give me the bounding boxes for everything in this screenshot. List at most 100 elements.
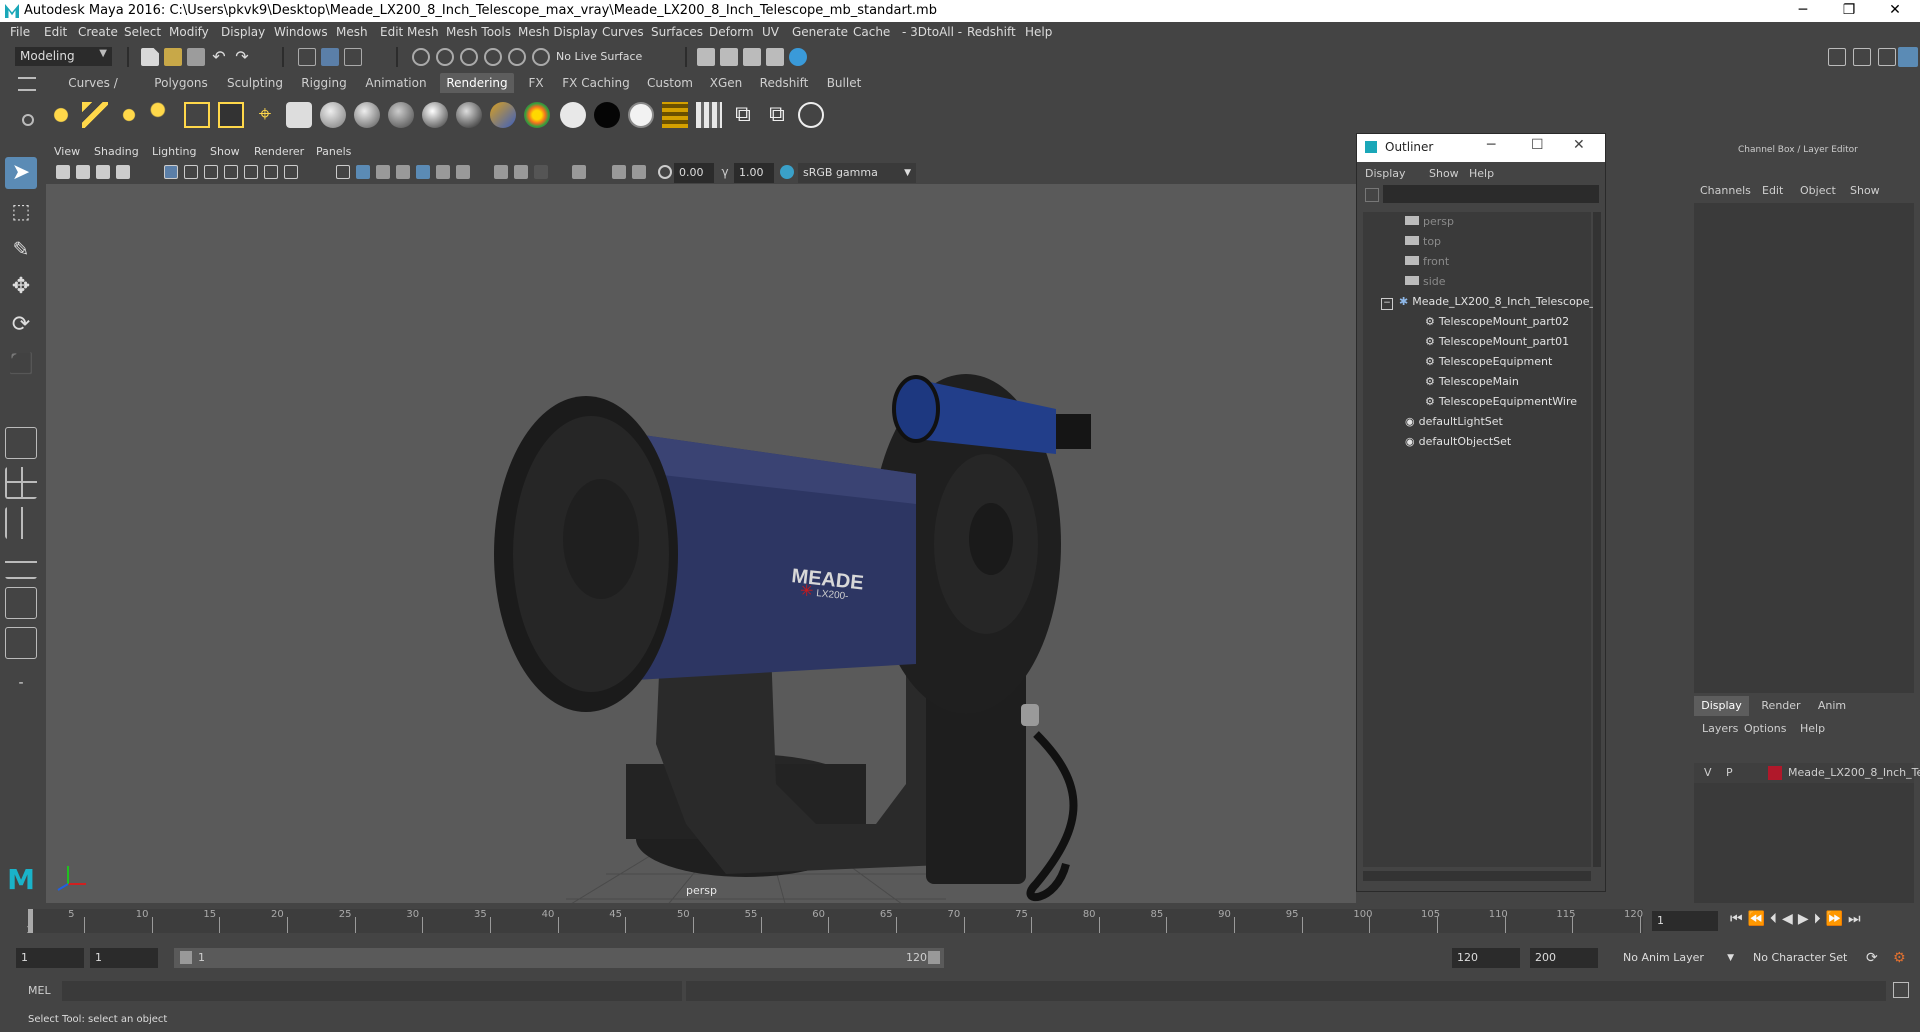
current-frame-field[interactable]: 1 — [1652, 911, 1718, 931]
collapse-icon[interactable]: − — [1381, 298, 1393, 310]
close-button[interactable]: ✕ — [1872, 0, 1918, 22]
lambert-material-icon[interactable] — [320, 102, 346, 128]
film-gate-icon[interactable] — [184, 165, 198, 179]
step-back-icon[interactable]: ⏪ — [1748, 911, 1770, 927]
outliner-item-equipment-wire[interactable]: ⚙ TelescopeEquipmentWire — [1425, 392, 1577, 412]
snap-live-icon[interactable] — [508, 48, 526, 66]
live-surface-field[interactable]: No Live Surface — [552, 48, 661, 66]
render-view-icon[interactable] — [789, 48, 807, 66]
tool-settings-icon[interactable] — [1878, 48, 1896, 66]
ramp-shader-icon[interactable] — [490, 102, 516, 128]
outliner-item-default-light-set[interactable]: ◉ defaultLightSet — [1405, 412, 1503, 432]
render-layer-icon[interactable]: ⧉ — [730, 102, 756, 128]
directional-light-icon[interactable] — [82, 102, 108, 128]
menu-cache[interactable]: Cache — [853, 25, 890, 39]
camera-attributes-icon[interactable] — [76, 165, 90, 179]
menu-mesh[interactable]: Mesh — [336, 25, 368, 39]
outliner-item-default-object-set[interactable]: ◉ defaultObjectSet — [1405, 432, 1511, 452]
area-light-icon[interactable] — [184, 102, 210, 128]
command-input[interactable] — [62, 981, 682, 1001]
menu-file[interactable]: File — [10, 25, 30, 39]
auto-key-icon[interactable]: ⟳ — [1866, 950, 1878, 966]
color-management-icon[interactable] — [780, 165, 794, 179]
outliner-item-mount-part01[interactable]: ⚙ TelescopeMount_part01 — [1425, 332, 1569, 352]
channel-menu-channels[interactable]: Channels — [1700, 184, 1751, 197]
script-editor-icon[interactable] — [1893, 982, 1909, 998]
render-current-frame-icon[interactable] — [697, 48, 715, 66]
select-tool-icon[interactable]: ➤ — [5, 157, 37, 189]
shadows-icon[interactable] — [416, 165, 430, 179]
snap-view-plane-icon[interactable] — [484, 48, 502, 66]
filter-icon[interactable] — [1365, 188, 1379, 202]
xray-joints-icon[interactable] — [612, 165, 626, 179]
perspective-viewport[interactable]: MEADE LX200- ✳ persp — [46, 184, 1356, 907]
anti-aliasing-icon[interactable] — [494, 165, 508, 179]
gamma-field[interactable]: 1.00 — [734, 163, 774, 183]
shelf-tab-animation[interactable]: Animation — [360, 73, 432, 93]
menu-modify[interactable]: Modify — [169, 25, 209, 39]
safe-title-icon[interactable] — [284, 165, 298, 179]
shelf-tab-curves-surfaces[interactable]: Curves / Surfaces — [48, 73, 138, 110]
rotate-tool-icon[interactable]: ⟳ — [5, 309, 37, 341]
layer-menu-layers[interactable]: Layers — [1702, 722, 1738, 735]
viewport-menu-renderer[interactable]: Renderer — [254, 145, 304, 158]
gamma-icon[interactable]: γ — [718, 165, 732, 179]
shelf-tab-fx-caching[interactable]: FX Caching — [558, 73, 634, 93]
layer-tab-display[interactable]: Display — [1694, 696, 1749, 716]
shelf-tab-fx[interactable]: FX — [522, 73, 550, 93]
playback-end-field[interactable]: 120 — [1452, 948, 1520, 968]
snap-point-icon[interactable] — [460, 48, 478, 66]
camera-icon[interactable] — [286, 102, 312, 128]
layer-menu-help[interactable]: Help — [1800, 722, 1825, 735]
shelf-tab-rendering[interactable]: Rendering — [440, 73, 514, 93]
step-forward-key-icon[interactable]: ⏵ — [1814, 911, 1826, 927]
outliner-horizontal-scrollbar[interactable] — [1363, 871, 1591, 881]
play-forward-icon[interactable]: ▶ — [1798, 911, 1814, 927]
paint-select-tool-icon[interactable]: ✎ — [5, 233, 37, 265]
gate-mask-icon[interactable] — [224, 165, 238, 179]
outliner-item-persp[interactable]: persp — [1405, 212, 1454, 232]
menu-mesh-tools[interactable]: Mesh Tools — [446, 25, 511, 39]
maximize-button[interactable]: ❐ — [1826, 0, 1872, 22]
lasso-tool-icon[interactable]: ⬚ — [5, 195, 37, 227]
resolution-gate-icon[interactable] — [204, 165, 218, 179]
layer-color-swatch[interactable] — [1768, 766, 1782, 780]
menu-help[interactable]: Help — [1025, 25, 1052, 39]
outliner-item-mount-part02[interactable]: ⚙ TelescopeMount_part02 — [1425, 312, 1569, 332]
menu-display[interactable]: Display — [221, 25, 265, 39]
smooth-shade-icon[interactable] — [356, 165, 370, 179]
menu-uv[interactable]: UV — [762, 25, 779, 39]
layer-tab-anim[interactable]: Anim — [1810, 696, 1854, 716]
channel-menu-object[interactable]: Object — [1800, 184, 1836, 197]
mode-selector[interactable]: Modeling ▼ — [15, 47, 112, 66]
viewport-menu-show[interactable]: Show — [210, 145, 240, 158]
attribute-editor-icon[interactable] — [1853, 48, 1871, 66]
menu-3dtoall[interactable]: - 3DtoAll - — [902, 25, 962, 39]
exposure-icon[interactable] — [658, 165, 672, 179]
shelf-tab-polygons[interactable]: Polygons — [148, 73, 214, 93]
menu-generate[interactable]: Generate — [792, 25, 848, 39]
playback-start-field[interactable]: 1 — [90, 948, 158, 968]
range-slider-left-handle[interactable] — [180, 951, 192, 964]
menu-redshift[interactable]: Redshift — [967, 25, 1016, 39]
move-tool-icon[interactable]: ✥ — [5, 271, 37, 303]
blinn-material-icon[interactable] — [354, 102, 380, 128]
camera-select-icon[interactable] — [56, 165, 70, 179]
single-view-layout-icon[interactable] — [5, 427, 37, 459]
time-slider[interactable]: 1 5 10 15 20 25 30 35 40 45 50 55 60 65 70 75 80 85 90 95 1… — [0, 903, 1920, 940]
outliner-layout-icon[interactable] — [5, 627, 37, 659]
menu-deform[interactable]: Deform — [709, 25, 754, 39]
batch-render-icon[interactable] — [696, 102, 722, 128]
channel-box-icon[interactable] — [1898, 47, 1918, 67]
close-button[interactable]: ✕ — [1573, 137, 1585, 153]
camera-aim-icon[interactable]: ⌖ — [252, 102, 278, 128]
ambient-light-icon[interactable] — [48, 102, 74, 128]
viewport-menu-view[interactable]: View — [54, 145, 80, 158]
layer-tab-render[interactable]: Render — [1756, 696, 1806, 716]
snap-curve-icon[interactable] — [436, 48, 454, 66]
persp-outliner-layout-icon[interactable] — [5, 587, 37, 619]
outliner-item-top[interactable]: top — [1405, 232, 1441, 252]
surface-shader-icon[interactable] — [524, 102, 550, 128]
outliner-item-equipment[interactable]: ⚙ TelescopeEquipment — [1425, 352, 1552, 372]
shelf-tab-redshift[interactable]: Redshift — [754, 73, 814, 93]
